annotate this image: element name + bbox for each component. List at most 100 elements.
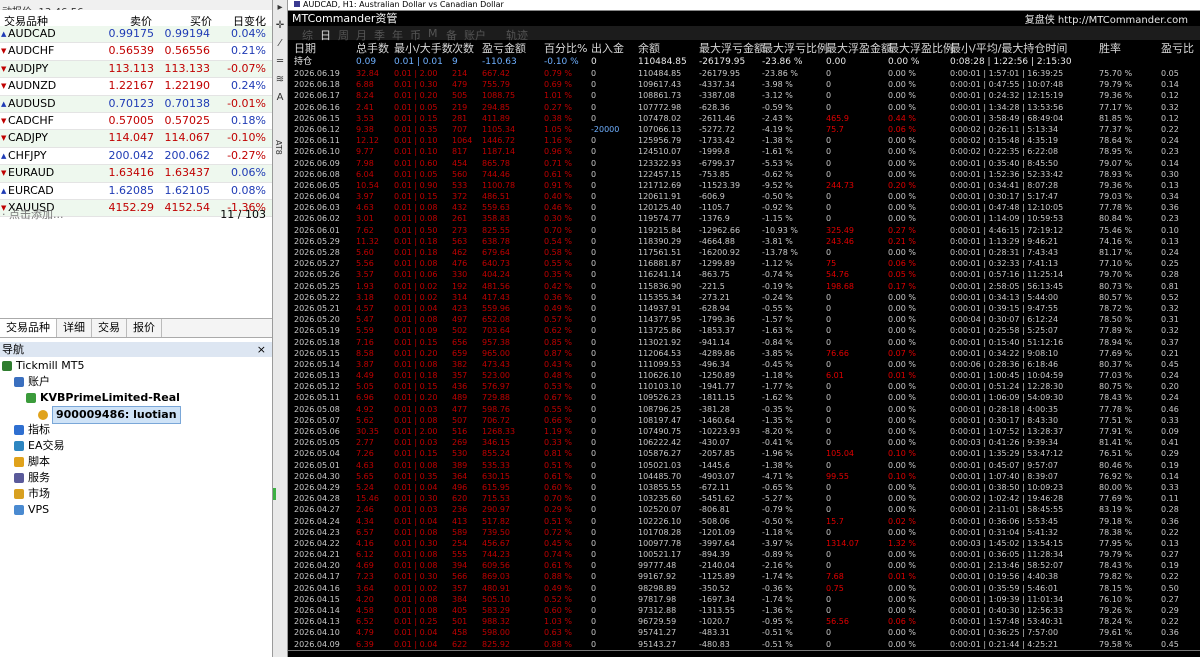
table-row[interactable]: 2026.06.08 6.04 0.01 | 0.05 560 744.46 0.61 %… xyxy=(288,169,1200,180)
close-icon[interactable]: × xyxy=(257,342,266,357)
table-row[interactable]: 2026.05.18 7.16 0.01 | 0.15 656 957.38 0.85 %… xyxy=(288,337,1200,348)
table-row[interactable]: 2026.04.30 5.65 0.01 | 0.35 364 630.15 0.61 %… xyxy=(288,471,1200,482)
table-row[interactable]: 2026.05.06 30.35 0.01 | 2.00 516 1268.33 1.19… xyxy=(288,426,1200,437)
table-row[interactable]: 2026.06.19 32.84 0.01 | 2.00 214 667.42 0.79 … xyxy=(288,68,1200,79)
table-row[interactable]: 2026.04.21 6.12 0.01 | 0.08 555 744.23 0.74 %… xyxy=(288,549,1200,560)
market-watch-row[interactable]: ▼ CADJPY 114.047 114.067 -0.10% xyxy=(0,130,272,148)
table-row[interactable]: 2026.05.01 4.63 0.01 | 0.08 389 535.33 0.51 %… xyxy=(288,460,1200,471)
table-row[interactable]: 2026.04.29 5.24 0.01 | 0.04 496 615.95 0.60 %… xyxy=(288,482,1200,493)
market-watch-row[interactable]: ▼ AUDNZD 1.22167 1.22190 0.24% xyxy=(0,78,272,96)
report-column-header[interactable]: 胜率 xyxy=(1099,42,1121,56)
table-row[interactable]: 2026.06.03 4.63 0.01 | 0.08 432 559.63 0.46 %… xyxy=(288,202,1200,213)
table-row[interactable]: 2026.06.05 10.54 0.01 | 0.90 533 1100.78 0.91… xyxy=(288,180,1200,191)
table-row[interactable]: 2026.04.28 15.46 0.01 | 0.30 620 715.53 0.70 … xyxy=(288,493,1200,504)
table-row[interactable]: 2026.05.28 5.60 0.01 | 0.18 462 679.64 0.58 %… xyxy=(288,247,1200,258)
table-row[interactable]: 2026.05.26 3.57 0.01 | 0.06 330 404.24 0.35 %… xyxy=(288,269,1200,280)
table-row[interactable]: 2026.04.24 4.34 0.01 | 0.04 413 517.82 0.51 %… xyxy=(288,516,1200,527)
table-row[interactable]: 2026.05.20 5.47 0.01 | 0.08 497 652.08 0.57 %… xyxy=(288,314,1200,325)
market-watch-row[interactable]: ▼ EURAUD 1.63416 1.63437 0.06% xyxy=(0,165,272,183)
period-button[interactable]: 年 xyxy=(392,27,403,43)
navigator-item[interactable]: 账户 xyxy=(0,374,272,390)
report-column-header[interactable]: 次数 xyxy=(452,42,474,56)
report-column-header[interactable]: 最大浮亏比例 xyxy=(762,42,828,56)
table-row[interactable]: 2026.05.14 3.87 0.01 | 0.08 382 473.43 0.43 %… xyxy=(288,359,1200,370)
period-button[interactable]: 综 xyxy=(302,27,313,43)
report-column-header[interactable]: 最大浮盈金额 xyxy=(826,42,892,56)
table-row[interactable]: 2026.05.12 5.05 0.01 | 0.15 436 576.97 0.53 %… xyxy=(288,381,1200,392)
market-watch-row[interactable]: ▼ CADCHF 0.57005 0.57025 0.18% xyxy=(0,113,272,131)
table-row[interactable]: 2026.05.25 1.93 0.01 | 0.02 192 481.56 0.42 %… xyxy=(288,281,1200,292)
period-button[interactable]: 月 xyxy=(356,27,367,43)
table-row[interactable]: 2026.06.18 6.88 0.01 | 0.30 479 755.79 0.69 %… xyxy=(288,79,1200,90)
crosshair-icon[interactable]: ✛ xyxy=(275,20,285,31)
table-row[interactable]: 2026.06.16 2.41 0.01 | 0.05 219 294.85 0.27 %… xyxy=(288,102,1200,113)
add-symbol-link[interactable]: · 点击添加... xyxy=(2,207,63,223)
navigator-item[interactable]: 指标 xyxy=(0,422,272,438)
market-watch-row[interactable]: ▲ AUDUSD 0.70123 0.70138 -0.01% xyxy=(0,95,272,113)
navigator-item[interactable]: 900009486: luotian xyxy=(0,406,272,424)
market-watch-row[interactable]: ▲ EURCAD 1.62085 1.62105 0.08% xyxy=(0,183,272,200)
market-watch-row[interactable]: ▼ AUDCHF 0.56539 0.56556 0.21% xyxy=(0,43,272,61)
tab-trading[interactable]: 交易 xyxy=(92,319,127,337)
market-watch-row[interactable]: ▲ CHFJPY 200.042 200.062 -0.27% xyxy=(0,148,272,166)
report-column-header[interactable]: 盈亏金额 xyxy=(482,42,526,56)
period-button[interactable]: 日 xyxy=(320,27,331,43)
table-row[interactable]: 2026.04.09 6.39 0.01 | 0.04 622 825.92 0.88 %… xyxy=(288,639,1200,650)
table-row[interactable]: 2026.05.21 4.57 0.01 | 0.04 423 559.96 0.49 %… xyxy=(288,303,1200,314)
market-watch-row[interactable]: ▼ AUDJPY 113.113 113.133 -0.07% xyxy=(0,60,272,79)
table-row[interactable]: 2026.04.15 4.20 0.01 | 0.08 384 505.10 0.52 %… xyxy=(288,594,1200,605)
period-button[interactable]: 备 xyxy=(446,27,457,43)
report-column-header[interactable]: 盈亏比 xyxy=(1161,42,1194,56)
tab-symbols[interactable]: 交易品种 xyxy=(0,319,57,337)
navigator-item[interactable]: EA交易 xyxy=(0,438,272,454)
table-row[interactable]: 2026.05.27 5.56 0.01 | 0.08 476 640.73 0.55 %… xyxy=(288,258,1200,269)
channel-icon[interactable]: ≋ xyxy=(275,74,285,85)
table-row[interactable]: 2026.06.15 3.53 0.01 | 0.15 281 411.89 0.38 %… xyxy=(288,113,1200,124)
table-row[interactable]: 2026.05.05 2.77 0.01 | 0.03 269 346.15 0.33 %… xyxy=(288,437,1200,448)
report-column-header[interactable]: 余额 xyxy=(638,42,660,56)
table-row[interactable]: 2026.04.27 2.46 0.01 | 0.03 236 290.97 0.29 %… xyxy=(288,504,1200,515)
tab-ticks[interactable]: 报价 xyxy=(127,319,162,337)
table-row[interactable]: 2026.05.19 5.59 0.01 | 0.09 502 703.64 0.62 %… xyxy=(288,325,1200,336)
table-row[interactable]: 2026.04.22 4.16 0.01 | 0.30 254 456.67 0.45 %… xyxy=(288,538,1200,549)
table-row[interactable]: 2026.04.17 7.23 0.01 | 0.30 566 869.03 0.88 %… xyxy=(288,571,1200,582)
report-column-header[interactable]: 总手数 xyxy=(356,42,389,56)
hline-icon[interactable]: ═ xyxy=(275,56,285,67)
navigator-item[interactable]: 服务 xyxy=(0,470,272,486)
period-button[interactable]: 币 xyxy=(410,27,421,43)
table-row[interactable]: 2026.04.13 6.52 0.01 | 0.25 501 988.32 1.03 %… xyxy=(288,616,1200,627)
period-button[interactable]: M xyxy=(428,27,438,40)
table-row[interactable]: 2026.04.20 4.69 0.01 | 0.08 394 609.56 0.61 %… xyxy=(288,560,1200,571)
table-row[interactable]: 2026.04.10 4.79 0.01 | 0.04 458 598.00 0.63 %… xyxy=(288,627,1200,638)
report-column-header[interactable]: 最大浮盈比例 xyxy=(888,42,954,56)
table-row[interactable]: 2026.05.29 11.32 0.01 | 0.18 563 638.78 0.54 … xyxy=(288,236,1200,247)
navigator-item[interactable]: Tickmill MT5 xyxy=(0,358,272,374)
report-column-header[interactable]: 最大浮亏金额 xyxy=(699,42,765,56)
table-row[interactable]: 2026.06.10 9.77 0.01 | 0.10 817 1187.14 0.96 … xyxy=(288,146,1200,157)
cursor-icon[interactable]: ▸ xyxy=(275,2,285,13)
period-button[interactable]: 账户 xyxy=(464,27,486,43)
table-row[interactable]: 2026.05.13 4.49 0.01 | 0.18 357 523.00 0.48 %… xyxy=(288,370,1200,381)
table-row[interactable]: 2026.04.23 6.57 0.01 | 0.08 589 739.50 0.72 %… xyxy=(288,527,1200,538)
table-row[interactable]: 2026.05.07 5.62 0.01 | 0.08 507 706.72 0.66 %… xyxy=(288,415,1200,426)
line-icon[interactable]: ⁄ xyxy=(275,38,285,49)
navigator-item[interactable]: KVBPrimeLimited-Real xyxy=(0,390,272,406)
table-row[interactable]: 2026.04.14 4.58 0.01 | 0.08 405 583.29 0.60 %… xyxy=(288,605,1200,616)
report-column-header[interactable]: 出入金 xyxy=(591,42,624,56)
report-column-header[interactable]: 最小/大手数 xyxy=(394,42,453,56)
report-column-header[interactable]: 最小/平均/最大持仓时间 xyxy=(950,42,1067,56)
navigator-item[interactable]: VPS xyxy=(0,502,272,518)
table-row[interactable]: 2026.05.11 6.96 0.01 | 0.20 489 729.88 0.67 %… xyxy=(288,392,1200,403)
table-row[interactable]: 2026.06.11 12.12 0.01 | 0.10 1064 1446.72 1.1… xyxy=(288,135,1200,146)
table-row[interactable]: 2026.06.04 3.97 0.01 | 0.15 372 486.51 0.40 %… xyxy=(288,191,1200,202)
report-column-header[interactable]: 百分比% xyxy=(544,42,587,56)
navigator-item[interactable]: 脚本 xyxy=(0,454,272,470)
table-row[interactable]: 2026.06.02 3.01 0.01 | 0.08 261 358.83 0.30 %… xyxy=(288,213,1200,224)
table-row[interactable]: 2026.06.01 7.62 0.01 | 0.50 273 825.55 0.70 %… xyxy=(288,225,1200,236)
period-button[interactable]: 季 xyxy=(374,27,385,43)
navigator-item[interactable]: 市场 xyxy=(0,486,272,502)
tab-details[interactable]: 详细 xyxy=(57,319,92,337)
market-watch-row[interactable]: ▲ AUDCAD 0.99175 0.99194 0.04% xyxy=(0,26,272,44)
text-icon[interactable]: A xyxy=(275,92,285,103)
table-row[interactable]: 2026.06.09 7.98 0.01 | 0.60 454 865.78 0.71 %… xyxy=(288,158,1200,169)
